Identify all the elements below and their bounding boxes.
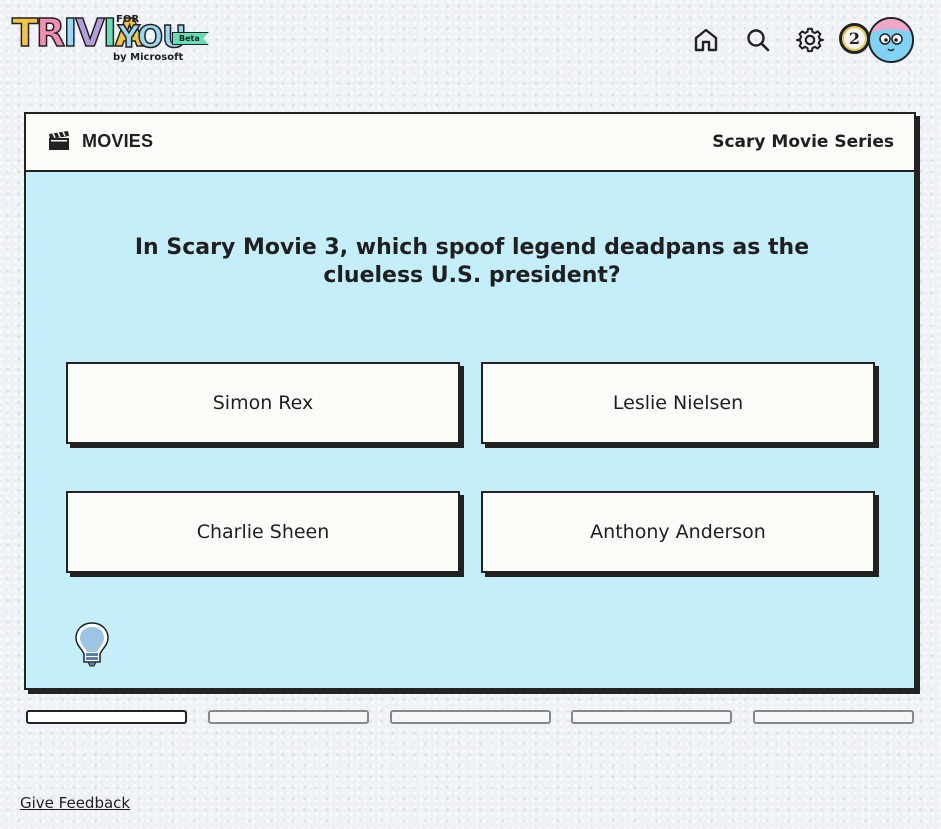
logo-by-microsoft: by Microsoft xyxy=(113,52,184,63)
question-text: In Scary Movie 3, which spoof legend dea… xyxy=(134,235,810,288)
answer-button-3[interactable]: Charlie Sheen xyxy=(66,491,460,573)
card-header: MOVIES Scary Movie Series xyxy=(26,114,914,172)
give-feedback-link[interactable]: Give Feedback xyxy=(20,794,130,812)
lightbulb-icon xyxy=(75,622,109,667)
progress-segment-1 xyxy=(26,710,187,724)
clapperboard-icon xyxy=(49,131,69,150)
question-card: MOVIES Scary Movie Series In Scary Movie… xyxy=(24,112,916,690)
progress-segment-5 xyxy=(753,710,914,724)
search-icon xyxy=(747,29,770,52)
answer-button-4[interactable]: Anthony Anderson xyxy=(481,491,875,573)
progress-segment-3 xyxy=(390,710,551,724)
search-button[interactable] xyxy=(742,24,774,56)
answer-button-1[interactable]: Simon Rex xyxy=(66,362,460,444)
home-icon xyxy=(694,28,718,52)
beta-badge: Beta xyxy=(172,32,209,45)
avatar[interactable] xyxy=(868,17,914,63)
coin-counter[interactable]: 2 xyxy=(839,23,870,54)
avatar-icon xyxy=(870,19,912,61)
gear-icon xyxy=(796,27,824,53)
home-button[interactable] xyxy=(690,24,722,56)
progress-segment-4 xyxy=(571,710,732,724)
hint-button[interactable] xyxy=(72,620,112,670)
answer-button-2[interactable]: Leslie Nielsen xyxy=(481,362,875,444)
category-label: MOVIES xyxy=(82,131,154,151)
trivia-for-you-logo[interactable]: TRIVIA FOR YOU Beta by Microsoft xyxy=(11,13,209,66)
topic-label: Scary Movie Series xyxy=(712,132,894,152)
progress-segment-2 xyxy=(208,710,369,724)
settings-button[interactable] xyxy=(794,24,826,56)
